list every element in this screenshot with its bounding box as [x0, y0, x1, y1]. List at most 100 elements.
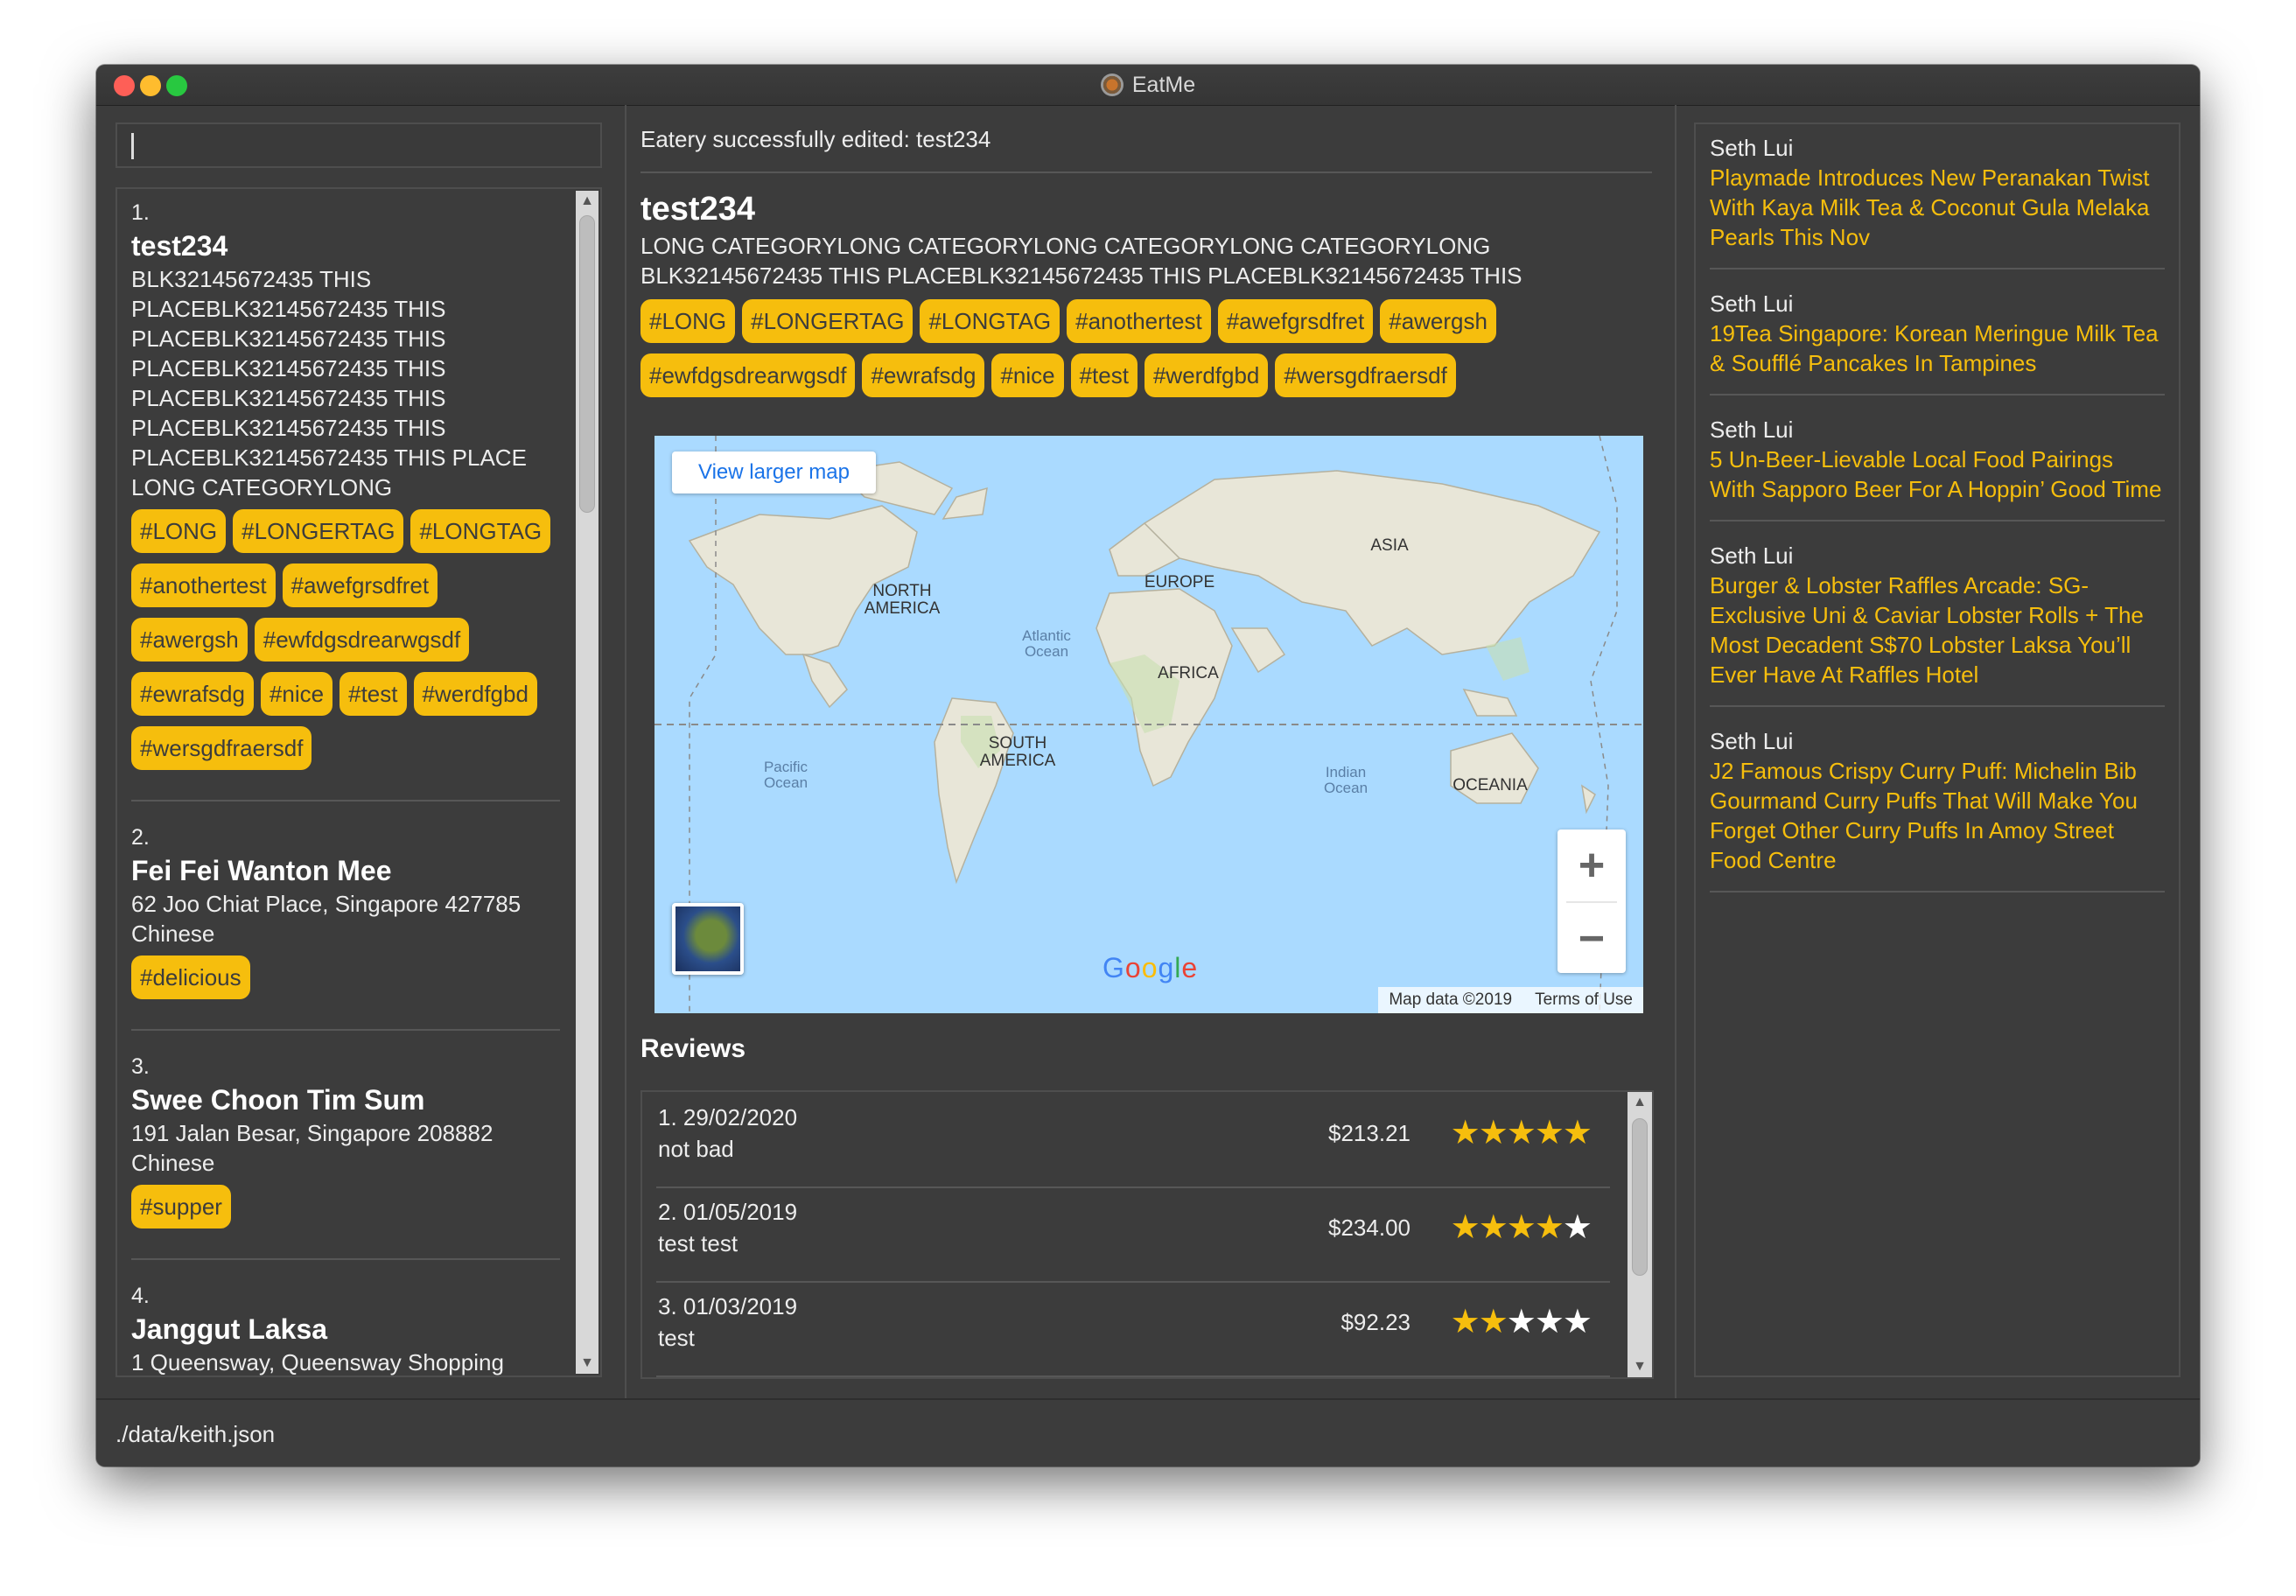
tag-chip: #anothertest — [131, 564, 276, 607]
scroll-down-icon[interactable]: ▼ — [1628, 1356, 1652, 1377]
map-label-pacific: Pacific Ocean — [763, 759, 808, 791]
satellite-view-toggle[interactable] — [672, 903, 744, 975]
star-icon: ★ — [1534, 1304, 1564, 1340]
scroll-down-icon[interactable]: ▼ — [576, 1353, 598, 1374]
detail-tag-chip: #awergsh — [1380, 299, 1496, 343]
world-map-graphic — [654, 436, 1643, 1013]
scroll-up-icon[interactable]: ▲ — [1628, 1092, 1652, 1113]
review-date: 1. 29/02/2020 — [658, 1104, 798, 1130]
news-feed-panel[interactable]: Seth Lui Playmade Introduces New Peranaka… — [1694, 122, 2180, 1377]
reviews-scrollbar[interactable]: ▲ ▼ — [1628, 1092, 1652, 1377]
eatery-detail-line: BLK32145672435 THIS — [131, 266, 372, 292]
tag-chip: #LONGTAG — [410, 509, 551, 553]
view-larger-map-link[interactable]: View larger map — [672, 452, 876, 494]
review-text: test test — [658, 1230, 738, 1256]
star-icon: ★ — [1478, 1304, 1508, 1340]
detail-category: LONG CATEGORYLONG CATEGORYLONG CATEGORYL… — [640, 233, 1491, 259]
reviews-panel[interactable]: 1. 29/02/2020 not bad $213.21 ★★★★★ 2. 01/05… — [640, 1090, 1654, 1379]
news-headline-link[interactable]: 5 Un-Beer-Lievable Local Food Pairings W… — [1710, 444, 2165, 504]
star-icon: ★ — [1506, 1209, 1536, 1246]
terms-of-use-link[interactable]: Terms of Use — [1535, 990, 1633, 1010]
eatery-card[interactable]: 1. test234 BLK32145672435 THIS PLACEBLK3214… — [131, 198, 560, 802]
eatery-index: 1. — [131, 200, 150, 225]
eatery-tags: #delicious — [131, 956, 560, 1010]
news-item[interactable]: Seth Lui 19Tea Singapore: Korean Meringue… — [1710, 289, 2165, 396]
detail-tag-chip: #werdfgbd — [1144, 354, 1269, 397]
review-rating: ★★★★★ — [1451, 1208, 1592, 1247]
zoom-in-button[interactable]: + — [1558, 830, 1626, 901]
eatery-tags: #LONG #LONGERTAG #LONGTAG #anothertest #awef… — [131, 509, 560, 780]
eatery-detail-line: 191 Jalan Besar, Singapore 208882 — [131, 1120, 494, 1146]
eatery-index: 3. — [131, 1054, 150, 1079]
map-label-oceania: OCEANIA — [1452, 776, 1528, 794]
star-icon: ★ — [1562, 1209, 1592, 1246]
command-input[interactable] — [116, 122, 602, 168]
news-item[interactable]: Seth Lui J2 Famous Crispy Curry Puff: Mic… — [1710, 726, 2165, 892]
eatery-name: test234 — [131, 230, 228, 262]
star-icon: ★ — [1534, 1209, 1564, 1246]
review-row[interactable]: 3. 01/03/2019 test $92.23 ★★★★★ — [656, 1283, 1610, 1377]
eatery-detail-line: PLACEBLK32145672435 THIS — [131, 415, 446, 441]
review-text: test — [658, 1325, 695, 1351]
status-message: Eatery successfully edited: test234 — [640, 126, 1652, 173]
left-divider[interactable] — [625, 105, 626, 1398]
detail-name: test234 — [640, 191, 755, 228]
tag-chip: #nice — [260, 672, 333, 716]
map-footer: Map data ©2019 Terms of Use — [1378, 987, 1643, 1013]
tag-chip: #awergsh — [131, 618, 248, 662]
eatery-card[interactable]: 2. Fei Fei Wanton Mee 62 Joo Chiat Place, … — [131, 822, 560, 1031]
map-label-south-america: SOUTH AMERICA — [979, 734, 1056, 770]
map-label-atlantic: Atlantic Ocean — [1022, 627, 1071, 660]
review-price: $234.00 — [1328, 1214, 1410, 1241]
news-item[interactable]: Seth Lui Playmade Introduces New Peranaka… — [1710, 133, 2165, 270]
news-headline-link[interactable]: Burger & Lobster Raffles Arcade: SG-Excl… — [1710, 570, 2165, 690]
title-bar: EatMe — [96, 65, 2200, 106]
eatery-detail-line: Chinese — [131, 920, 215, 947]
eatery-detail-line: PLACEBLK32145672435 THIS PLACE — [131, 444, 527, 471]
eatery-list: 1. test234 BLK32145672435 THIS PLACEBLK3214… — [131, 198, 560, 1376]
app-window: EatMe 1. test234 BLK32145672435 THIS PLACEB… — [96, 65, 2200, 1466]
window-title-group: EatMe — [96, 65, 2200, 105]
map-label-africa: AFRICA — [1158, 664, 1219, 682]
news-author: Seth Lui — [1710, 416, 1794, 443]
reviews-heading: Reviews — [640, 1034, 746, 1063]
star-icon: ★ — [1506, 1115, 1536, 1152]
eatery-list-scrollbar[interactable]: ▲ ▼ — [576, 191, 598, 1374]
news-item[interactable]: Seth Lui 5 Un-Beer-Lievable Local Food Pa… — [1710, 415, 2165, 522]
map-label-europe: EUROPE — [1144, 573, 1215, 592]
eatery-index: 4. — [131, 1284, 150, 1308]
tag-chip: #wersgdfraersdf — [131, 726, 312, 770]
star-icon: ★ — [1534, 1115, 1564, 1152]
news-item[interactable]: Seth Lui Burger & Lobster Raffles Arcade:… — [1710, 541, 2165, 707]
review-row[interactable]: 1. 29/02/2020 not bad $213.21 ★★★★★ — [656, 1094, 1610, 1188]
review-text: not bad — [658, 1136, 734, 1162]
eatery-list-scroll-thumb[interactable] — [579, 215, 595, 513]
eatery-detail: test234 LONG CATEGORYLONG CATEGORYLONG C… — [640, 187, 1652, 408]
tag-chip: #ewfdgsdrearwgsdf — [254, 618, 470, 662]
status-text: Eatery successfully edited: test234 — [640, 126, 991, 152]
tag-chip: #test — [340, 672, 407, 716]
star-icon: ★ — [1562, 1304, 1592, 1340]
tag-chip: #supper — [131, 1185, 231, 1228]
zoom-out-button[interactable]: − — [1558, 903, 1626, 975]
scroll-up-icon[interactable]: ▲ — [576, 191, 598, 212]
review-row[interactable]: 2. 01/05/2019 test test $234.00 ★★★★★ — [656, 1188, 1610, 1283]
news-headline-link[interactable]: J2 Famous Crispy Curry Puff: Michelin Bi… — [1710, 756, 2165, 875]
right-divider[interactable] — [1675, 105, 1676, 1398]
eatery-list-panel[interactable]: 1. test234 BLK32145672435 THIS PLACEBLK3214… — [116, 187, 602, 1377]
detail-tags: #LONG #LONGERTAG #LONGTAG #anothertest #awef… — [640, 299, 1620, 408]
map-view[interactable]: NORTH AMERICA EUROPE ASIA AFRICA SOUTH A… — [654, 436, 1643, 1013]
reviews-scroll-thumb[interactable] — [1632, 1118, 1648, 1276]
eatery-detail-line: 1 Queensway, Queensway Shopping — [131, 1349, 504, 1376]
eatery-card[interactable]: 3. Swee Choon Tim Sum 191 Jalan Besar, Sin… — [131, 1052, 560, 1260]
detail-tag-chip: #nice — [991, 354, 1064, 397]
eatery-card[interactable]: 4. Janggut Laksa 1 Queensway, Queensway Sh… — [131, 1281, 560, 1376]
tag-chip: #werdfgbd — [413, 672, 537, 716]
news-headline-link[interactable]: Playmade Introduces New Peranakan Twist … — [1710, 163, 2165, 252]
data-file-path: ./data/keith.json — [116, 1421, 276, 1447]
star-icon: ★ — [1562, 1115, 1592, 1152]
detail-tag-chip: #wersgdfraersdf — [1275, 354, 1456, 397]
news-headline-link[interactable]: 19Tea Singapore: Korean Meringue Milk Te… — [1710, 318, 2165, 378]
eatery-name: Fei Fei Wanton Mee — [131, 855, 392, 886]
detail-tag-chip: #anothertest — [1067, 299, 1211, 343]
